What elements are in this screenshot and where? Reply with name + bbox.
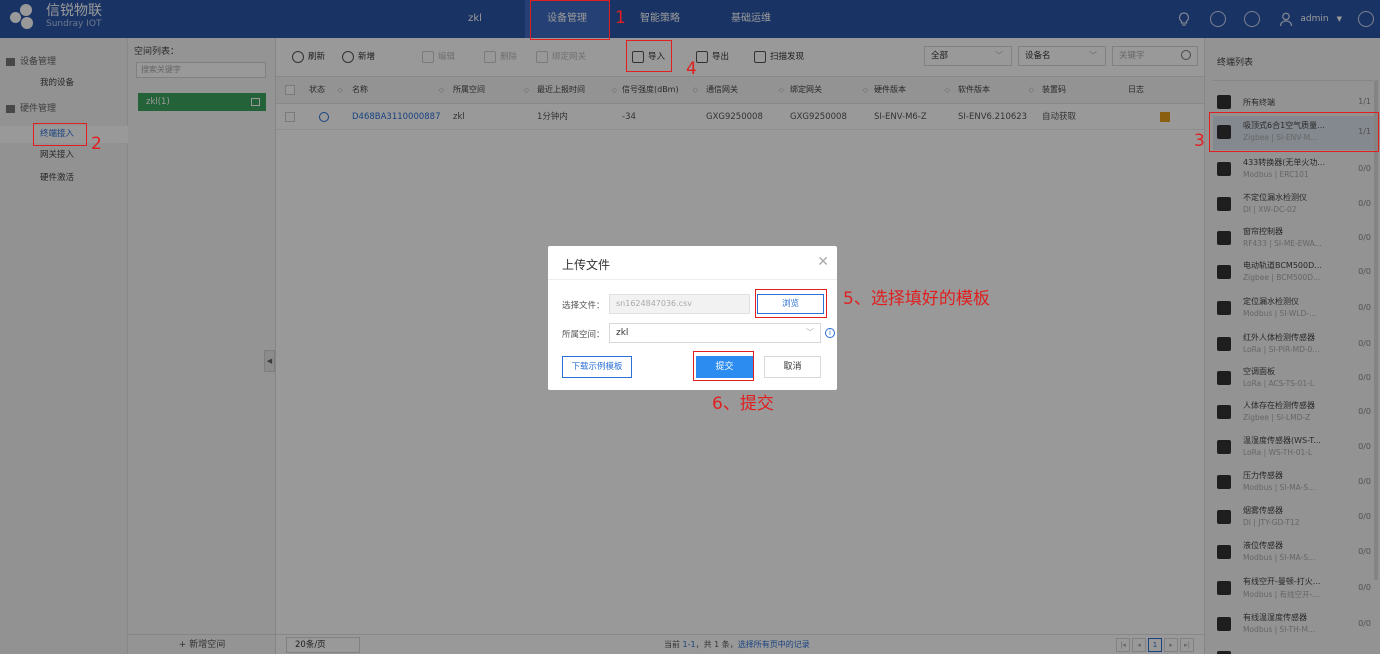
annotation-number-2: 2 [91, 134, 102, 154]
space-label: 所属空间： [562, 330, 605, 340]
divider [548, 279, 837, 280]
info-icon[interactable]: i [825, 328, 835, 338]
annotation-box-6 [693, 351, 754, 381]
close-icon[interactable]: ✕ [817, 254, 829, 270]
annotation-box-5 [755, 289, 827, 318]
annotation-number-4: 4 [686, 59, 697, 79]
annotation-number-3: 3 [1194, 131, 1205, 151]
annotation-step-6: 6、提交 [712, 394, 774, 414]
chevron-down-icon: ﹀ [806, 328, 814, 337]
annotation-box-4 [626, 40, 672, 72]
annotation-step-5: 5、选择填好的模板 [843, 289, 990, 309]
annotation-box-3 [1209, 112, 1379, 152]
annotation-number-1: 1 [615, 8, 626, 28]
annotation-box-1 [530, 0, 610, 40]
space-select[interactable]: zkl ﹀ [609, 323, 821, 343]
dialog-title: 上传文件 [562, 258, 611, 272]
download-template-button[interactable]: 下载示例模板 [562, 356, 632, 378]
cancel-button[interactable]: 取消 [764, 356, 821, 378]
file-name-field: sn1624847036.csv [609, 294, 750, 314]
annotation-box-2 [33, 123, 87, 146]
file-label: 选择文件： [562, 301, 605, 311]
